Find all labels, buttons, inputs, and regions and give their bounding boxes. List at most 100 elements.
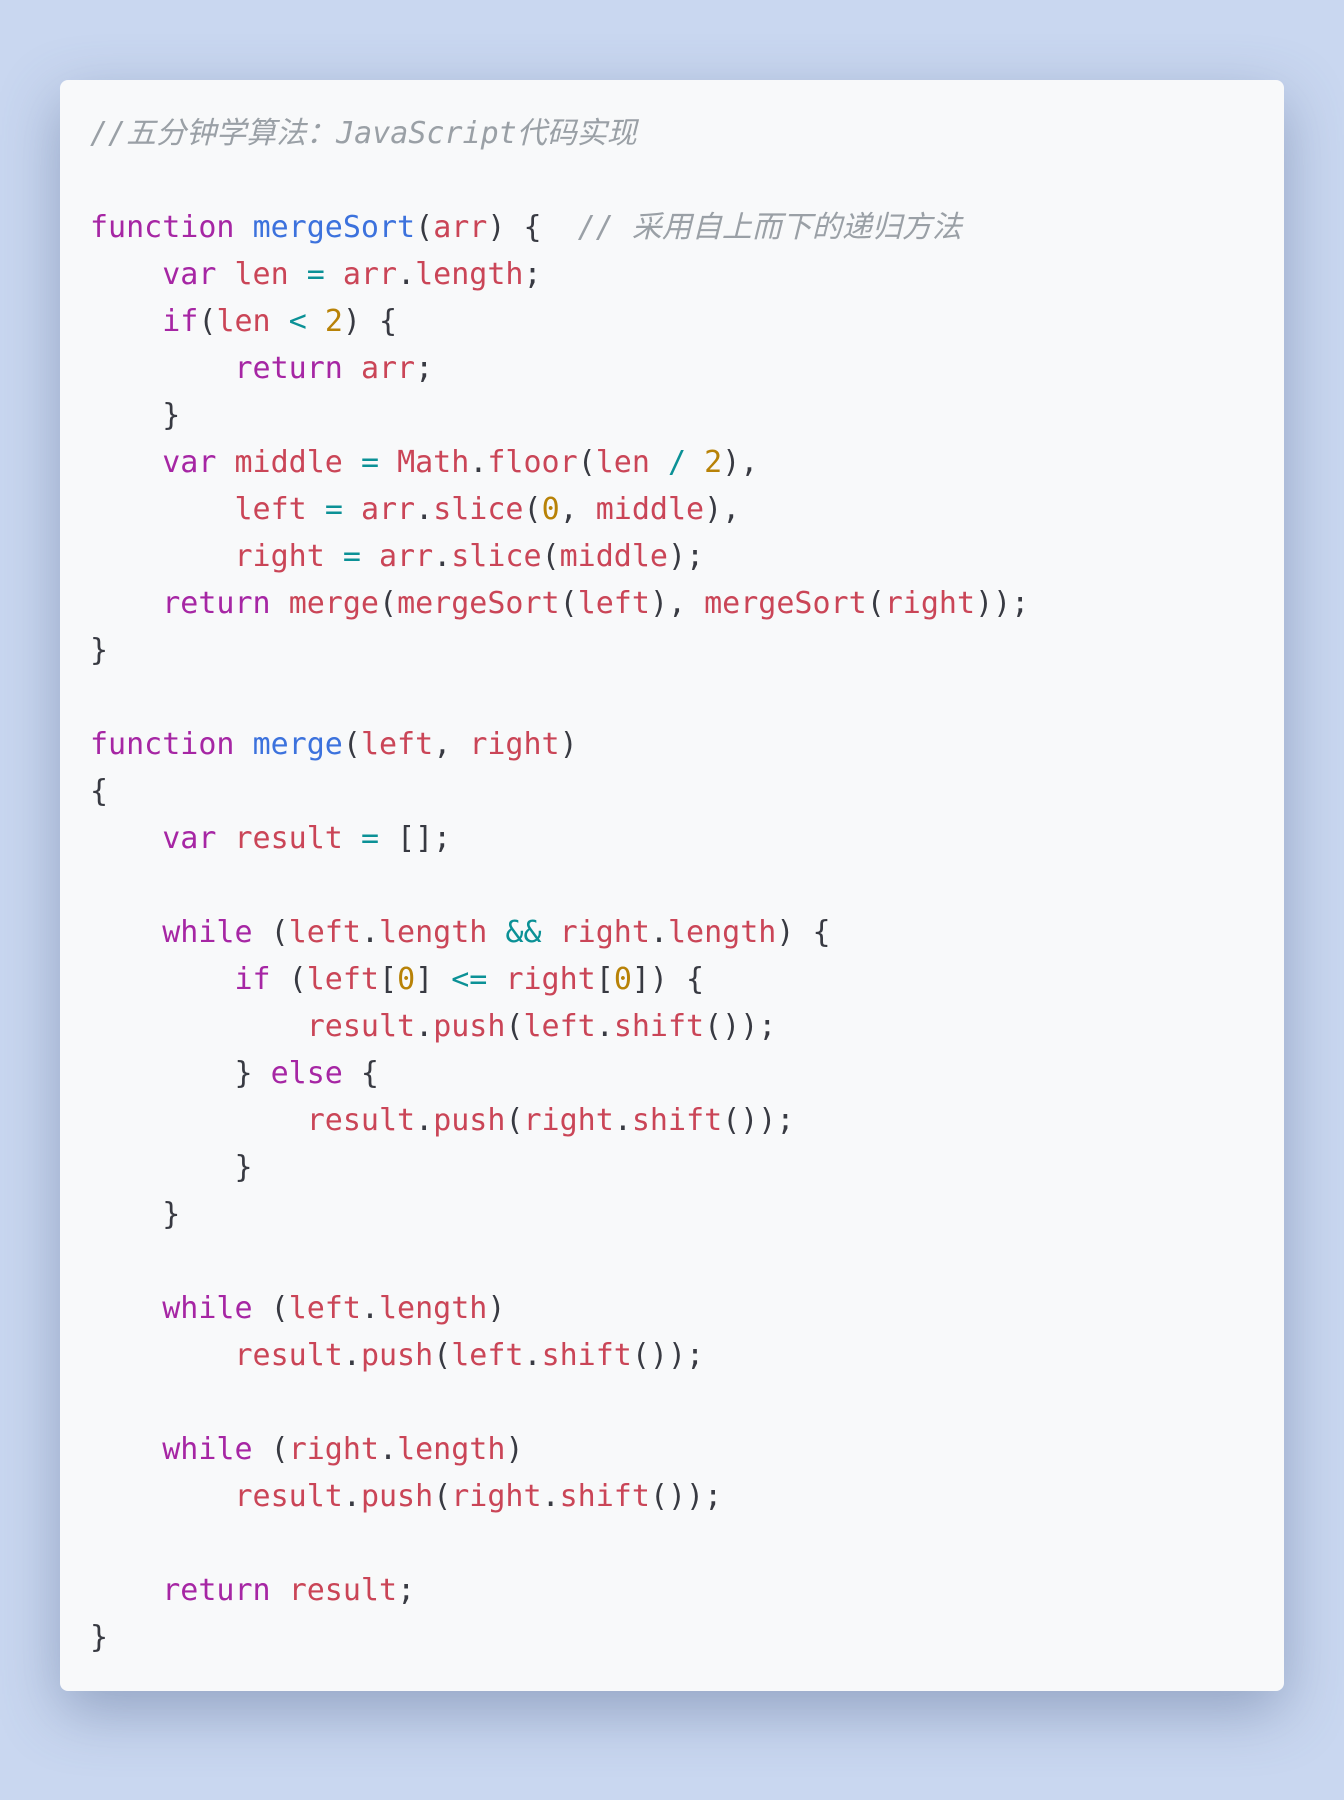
code-token: mergeSort <box>253 210 416 245</box>
code-token: < <box>289 304 307 339</box>
code-line: } <box>90 633 108 668</box>
code-token: 0 <box>542 492 560 527</box>
code-token <box>343 445 361 480</box>
code-token: return <box>162 586 270 621</box>
code-token: . <box>650 915 668 950</box>
code-token: ), <box>704 492 740 527</box>
code-token: len <box>596 445 650 480</box>
code-token <box>90 821 162 856</box>
code-token <box>90 539 235 574</box>
code-line: return result; <box>90 1573 415 1608</box>
code-token: right <box>235 539 325 574</box>
code-token: ( <box>578 445 596 480</box>
code-token: arr <box>343 257 397 292</box>
code-token: ) { <box>776 915 830 950</box>
code-line: while (left.length) <box>90 1291 505 1326</box>
code-line: //五分钟学算法：JavaScript代码实现 <box>90 116 637 151</box>
code-line: result.push(left.shift()); <box>90 1338 704 1373</box>
code-token: len <box>235 257 289 292</box>
code-token <box>90 351 235 386</box>
code-token <box>216 821 234 856</box>
code-line: if(len < 2) { <box>90 304 397 339</box>
code-token: push <box>361 1479 433 1514</box>
code-line: { <box>90 774 108 809</box>
code-token: middle <box>596 492 704 527</box>
code-token: ( <box>433 1338 451 1373</box>
code-token: right <box>469 727 559 762</box>
code-line: result.push(left.shift()); <box>90 1009 776 1044</box>
code-token: } <box>90 633 108 668</box>
code-token: merge <box>253 727 343 762</box>
code-token: ) <box>560 727 578 762</box>
code-token <box>90 1479 235 1514</box>
code-line: if (left[0] <= right[0]) { <box>90 962 704 997</box>
code-token: } <box>90 1197 180 1232</box>
code-token: [ <box>379 962 397 997</box>
code-token: left <box>451 1338 523 1373</box>
code-token: push <box>433 1103 505 1138</box>
code-token: ( <box>271 962 307 997</box>
code-token: if <box>235 962 271 997</box>
code-line: return arr; <box>90 351 433 386</box>
code-token: left <box>307 962 379 997</box>
code-token: } <box>90 398 180 433</box>
code-token: slice <box>451 539 541 574</box>
code-line: while (right.length) <box>90 1432 524 1467</box>
code-token: arr <box>379 539 433 574</box>
code-token: ] <box>415 962 451 997</box>
code-token: result <box>235 821 343 856</box>
code-token: // 采用自上而下的递归方法 <box>578 210 962 245</box>
code-line: } <box>90 1620 108 1655</box>
code-token: . <box>524 1338 542 1373</box>
code-line: function merge(left, right) <box>90 727 578 762</box>
code-token: ( <box>415 210 433 245</box>
code-token: shift <box>614 1009 704 1044</box>
code-token: ( <box>198 304 216 339</box>
code-token: right <box>289 1432 379 1467</box>
code-token: ( <box>542 539 560 574</box>
code-token: )); <box>975 586 1029 621</box>
code-token: slice <box>433 492 523 527</box>
code-token <box>289 257 307 292</box>
code-token: arr <box>433 210 487 245</box>
code-token: return <box>162 1573 270 1608</box>
code-token: result <box>235 1479 343 1514</box>
code-token: ) { <box>343 304 397 339</box>
code-token: = <box>325 492 343 527</box>
code-token: left <box>289 915 361 950</box>
code-token: } <box>90 1620 108 1655</box>
code-token: function <box>90 210 235 245</box>
code-line: var result = []; <box>90 821 451 856</box>
code-line: right = arr.slice(middle); <box>90 539 704 574</box>
code-token <box>307 492 325 527</box>
code-token <box>271 304 289 339</box>
code-token: right <box>505 962 595 997</box>
code-token: merge <box>289 586 379 621</box>
code-token: while <box>162 1432 252 1467</box>
code-token <box>650 445 668 480</box>
code-token: ; <box>397 1573 415 1608</box>
code-token <box>90 1009 307 1044</box>
code-token: . <box>361 1291 379 1326</box>
code-token: ( <box>505 1103 523 1138</box>
code-token <box>343 351 361 386</box>
code-token: floor <box>487 445 577 480</box>
code-token: 2 <box>704 445 722 480</box>
code-token: = <box>361 821 379 856</box>
code-token <box>90 962 235 997</box>
code-token: if <box>162 304 198 339</box>
code-token: 0 <box>397 962 415 997</box>
code-token: ( <box>253 1432 289 1467</box>
code-token: push <box>433 1009 505 1044</box>
code-token: . <box>343 1479 361 1514</box>
code-token: / <box>668 445 686 480</box>
code-token: middle <box>235 445 343 480</box>
code-token <box>216 257 234 292</box>
code-token <box>542 915 560 950</box>
code-token: . <box>343 1338 361 1373</box>
code-token: left <box>361 727 433 762</box>
code-token: else <box>271 1056 343 1091</box>
code-token: ); <box>668 539 704 574</box>
code-token: ( <box>379 586 397 621</box>
code-line: var middle = Math.floor(len / 2), <box>90 445 758 480</box>
